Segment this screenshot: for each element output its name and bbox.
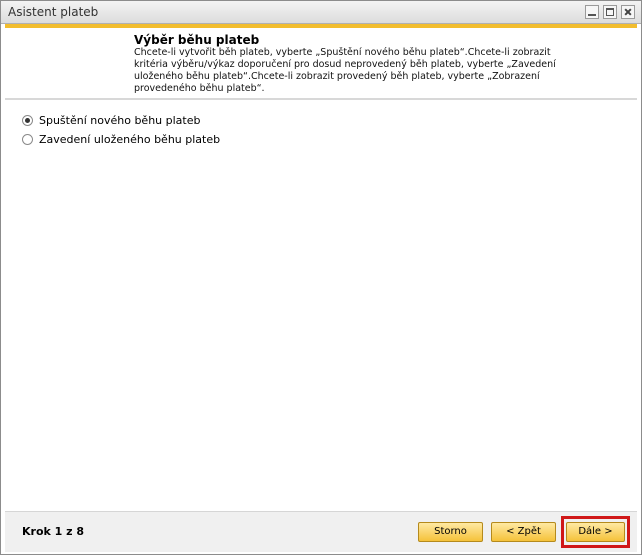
title-bar[interactable]: Asistent plateb — [1, 1, 641, 24]
next-button[interactable]: Dále > — [566, 522, 625, 542]
radio-saved-run[interactable] — [22, 134, 33, 145]
wizard-footer: Krok 1 z 8 Storno < Zpět Dále > — [5, 511, 637, 552]
radio-new-run[interactable] — [22, 115, 33, 126]
window-title: Asistent plateb — [8, 5, 99, 19]
maximize-icon[interactable] — [603, 5, 617, 19]
cancel-button[interactable]: Storno — [418, 522, 483, 542]
option-saved-run-label[interactable]: Zavedení uloženého běhu plateb — [39, 133, 220, 146]
page-title: Výběr běhu plateb — [134, 33, 260, 47]
header-divider — [5, 98, 637, 100]
run-options-group: Spuštění nového běhu plateb Zavedení ulo… — [22, 111, 220, 149]
close-icon[interactable] — [621, 5, 635, 19]
option-new-run[interactable]: Spuštění nového běhu plateb — [22, 111, 220, 130]
option-new-run-label[interactable]: Spuštění nového běhu plateb — [39, 114, 200, 127]
option-saved-run[interactable]: Zavedení uloženého běhu plateb — [22, 130, 220, 149]
step-indicator: Krok 1 z 8 — [22, 525, 85, 538]
minimize-icon[interactable] — [585, 5, 599, 19]
wizard-window: Asistent plateb Výběr běhu plateb Chcete… — [0, 0, 642, 555]
page-description: Chcete-li vytvořit běh plateb, vyberte „… — [134, 47, 556, 94]
wizard-header: Výběr běhu plateb Chcete-li vytvořit běh… — [5, 28, 637, 94]
back-button[interactable]: < Zpět — [491, 522, 556, 542]
